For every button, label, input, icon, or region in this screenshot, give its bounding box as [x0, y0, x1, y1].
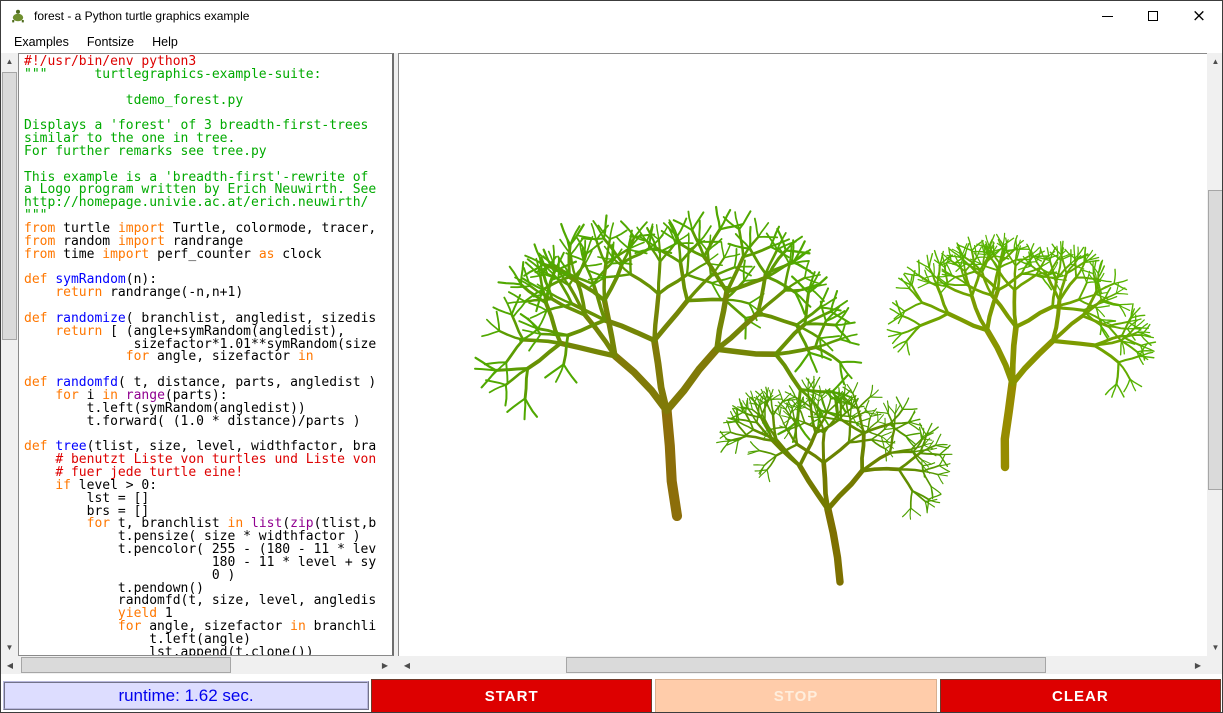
scroll-right-icon[interactable]: ▶	[1189, 656, 1207, 674]
code-line: """ turtlegraphics-example-suite:	[24, 69, 392, 82]
window-controls: ×	[1084, 1, 1222, 31]
minimize-icon	[1102, 16, 1113, 17]
app-window: forest - a Python turtle graphics exampl…	[0, 0, 1223, 713]
code-line: http://homepage.univie.ac.at/erich.neuwi…	[24, 197, 392, 210]
code-vscroll-track[interactable]	[1, 70, 18, 639]
runtime-label: runtime: 1.62 sec.	[3, 681, 369, 710]
titlebar[interactable]: forest - a Python turtle graphics exampl…	[1, 1, 1222, 31]
code-line: for angle, sizefactor in	[24, 351, 392, 364]
close-icon: ×	[1192, 8, 1206, 25]
stop-button[interactable]: STOP	[655, 679, 936, 713]
code-hscrollbar[interactable]: ◀ ▶	[1, 656, 394, 674]
maximize-button[interactable]	[1130, 1, 1176, 31]
window-title: forest - a Python turtle graphics exampl…	[34, 9, 249, 23]
canvas-hscrollbar[interactable]: ◀ ▶	[398, 656, 1207, 674]
canvas-vscroll-track[interactable]	[1207, 70, 1223, 639]
canvas-vscrollbar[interactable]: ▲ ▼	[1207, 53, 1223, 656]
menu-fontsize[interactable]: Fontsize	[78, 33, 143, 51]
scroll-down-icon[interactable]: ▼	[1207, 639, 1223, 656]
forest-drawing	[399, 54, 1208, 657]
code-line: return randrange(-n,n+1)	[24, 287, 392, 300]
code-hscroll-thumb[interactable]	[21, 657, 231, 673]
menu-examples[interactable]: Examples	[5, 33, 78, 51]
scroll-left-icon[interactable]: ◀	[398, 656, 416, 674]
canvas-hscroll-thumb[interactable]	[566, 657, 1046, 673]
code-vscrollbar[interactable]: ▲ ▼	[1, 53, 18, 656]
menu-help[interactable]: Help	[143, 33, 187, 51]
canvas-vscroll-thumb[interactable]	[1208, 190, 1223, 490]
close-button[interactable]: ×	[1176, 1, 1222, 31]
menubar: Examples Fontsize Help	[1, 31, 1222, 53]
scroll-up-icon[interactable]: ▲	[1, 53, 18, 70]
code-line: t.forward( (1.0 * distance)/parts )	[24, 416, 392, 429]
code-line: tdemo_forest.py	[24, 95, 392, 108]
clear-button[interactable]: CLEAR	[940, 679, 1221, 713]
minimize-button[interactable]	[1084, 1, 1130, 31]
code-line: lst.append(t.clone())	[24, 647, 392, 656]
code-line: For further remarks see tree.py	[24, 146, 392, 159]
code-line: from time import perf_counter as clock	[24, 249, 392, 262]
code-area[interactable]: #!/usr/bin/env python3""" turtlegraphics…	[18, 53, 394, 656]
scroll-right-icon[interactable]: ▶	[376, 656, 394, 674]
maximize-icon	[1148, 11, 1158, 21]
turtle-canvas[interactable]	[398, 53, 1207, 656]
start-button[interactable]: START	[371, 679, 652, 713]
control-buttons: START STOP CLEAR	[371, 679, 1221, 713]
scroll-left-icon[interactable]: ◀	[1, 656, 19, 674]
scroll-up-icon[interactable]: ▲	[1207, 53, 1223, 70]
bottombar: runtime: 1.62 sec. START STOP CLEAR	[1, 674, 1222, 713]
code-vscroll-thumb[interactable]	[2, 72, 17, 340]
scrollbar-corner	[1207, 656, 1223, 674]
canvas-hscroll-track[interactable]	[416, 656, 1189, 674]
code-hscroll-track[interactable]	[19, 656, 376, 674]
scroll-down-icon[interactable]: ▼	[1, 639, 18, 656]
app-turtle-icon	[10, 8, 26, 24]
